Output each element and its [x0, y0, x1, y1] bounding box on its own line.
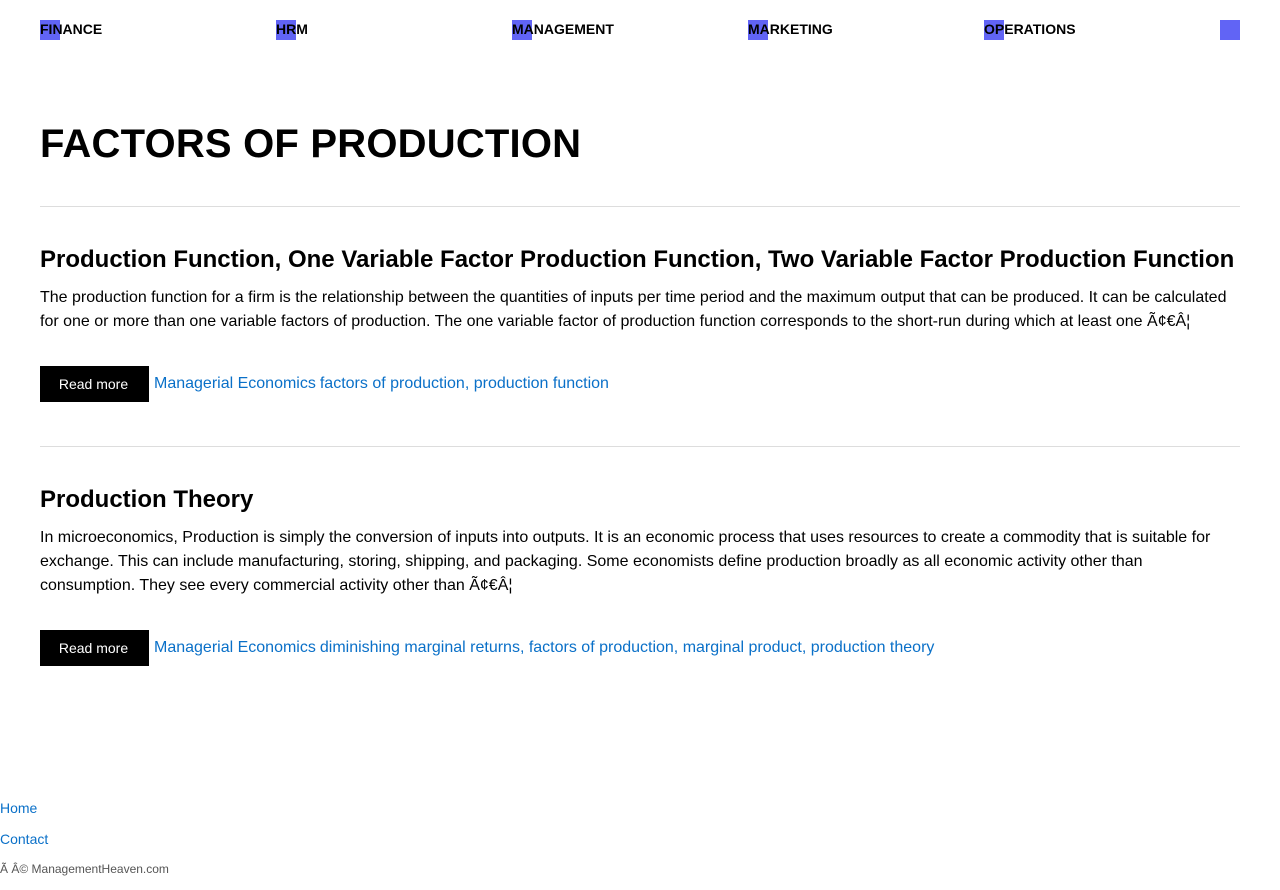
tag-links[interactable]: factors of production, production functi…: [320, 375, 609, 393]
post-production-function: Production Function, One Variable Factor…: [40, 246, 1240, 402]
post-title[interactable]: Production Theory: [40, 486, 1240, 514]
post-meta: Read more Managerial Economics factors o…: [40, 366, 1240, 402]
read-more-button[interactable]: Read more: [40, 366, 149, 402]
divider: [40, 446, 1240, 447]
read-more-button[interactable]: Read more: [40, 630, 149, 666]
divider: [40, 206, 1240, 207]
page-title: FACTORS OF PRODUCTION: [40, 122, 582, 166]
copyright-text: Ã Â© ManagementHeaven.com: [0, 862, 169, 876]
post-title[interactable]: Production Function, One Variable Factor…: [40, 246, 1240, 274]
tag-links[interactable]: diminishing marginal returns, factors of…: [320, 639, 935, 657]
footer-link-contact[interactable]: Contact: [0, 831, 169, 862]
nav-label: MARKETING: [748, 21, 833, 37]
footer-link-home[interactable]: Home: [0, 800, 169, 831]
nav-label: MANAGEMENT: [512, 21, 614, 37]
top-navigation: FINANCE HRM MANAGEMENT MARKETING OPERATI…: [40, 20, 1240, 40]
nav-label: OPERATIONS: [984, 21, 1076, 37]
square-icon: [1220, 20, 1240, 40]
category-link[interactable]: Managerial Economics: [154, 375, 316, 393]
nav-label: HRM: [276, 21, 308, 37]
post-production-theory: Production Theory In microeconomics, Pro…: [40, 486, 1240, 666]
footer: Home Contact Ã Â© ManagementHeaven.com: [0, 800, 169, 876]
nav-label: FINANCE: [40, 21, 103, 37]
post-excerpt: The production function for a firm is th…: [40, 289, 1227, 330]
post-excerpt: In microeconomics, Production is simply …: [40, 529, 1211, 594]
post-meta: Read more Managerial Economics diminishi…: [40, 630, 1240, 666]
category-link[interactable]: Managerial Economics: [154, 639, 316, 657]
